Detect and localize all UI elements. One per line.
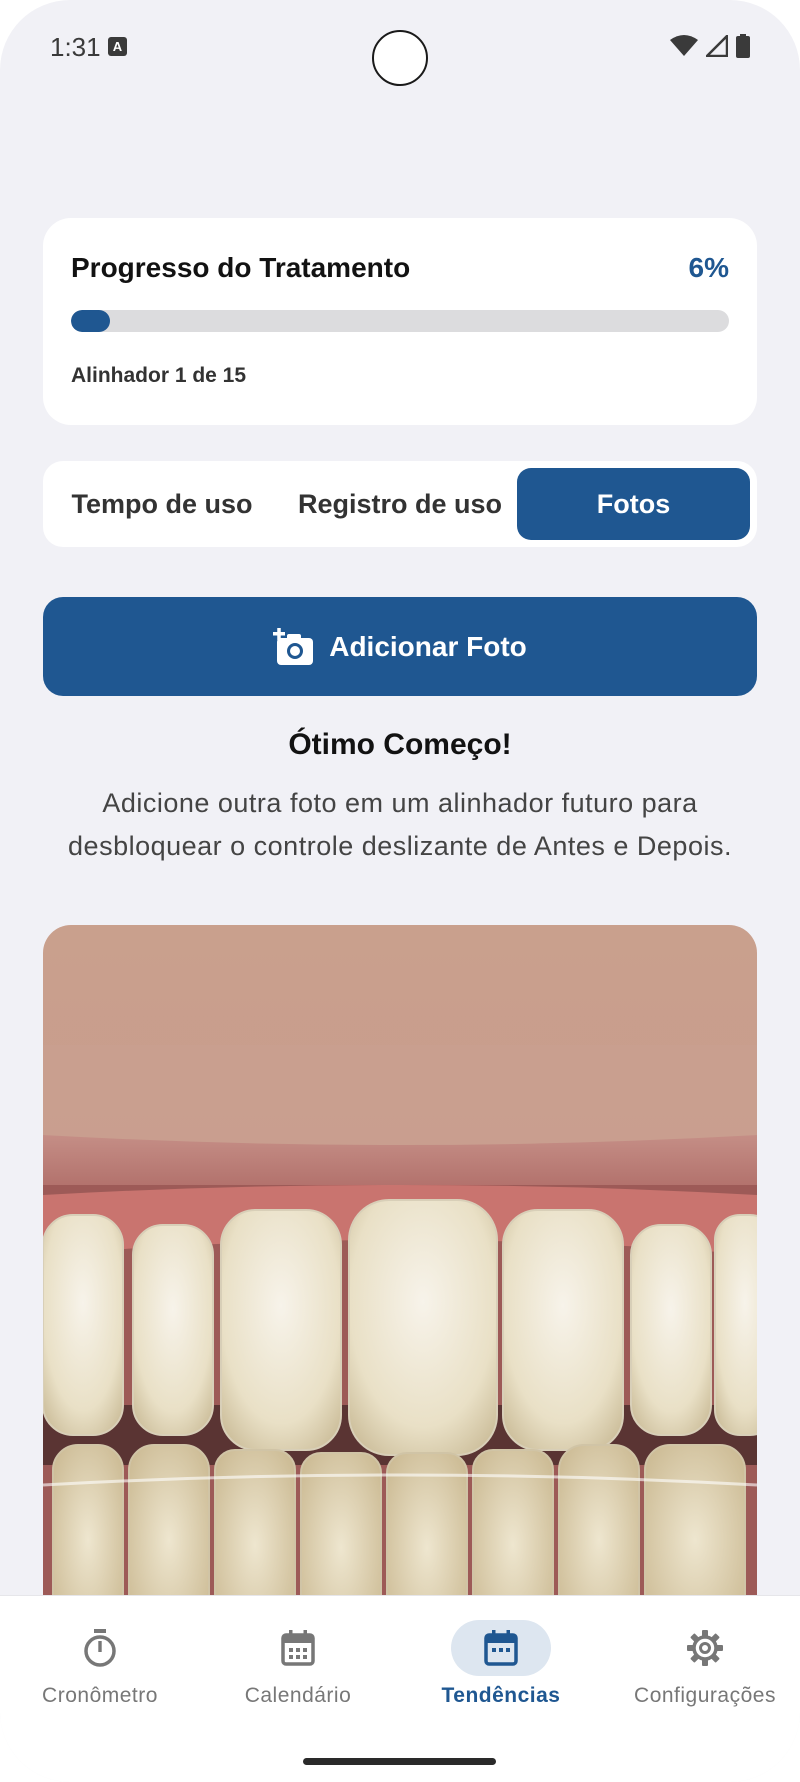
nav-icon-container (655, 1620, 755, 1676)
status-time: 1:31 (50, 32, 101, 62)
nav-icon-container (50, 1620, 150, 1676)
nav-tendencias[interactable]: Tendências (401, 1596, 601, 1726)
nav-calendario[interactable]: Calendário (198, 1596, 398, 1726)
home-indicator[interactable] (303, 1758, 496, 1765)
nav-label: Calendário (244, 1684, 352, 1707)
progress-title: Progresso do Tratamento (71, 252, 411, 283)
tab-fotos[interactable]: Fotos (517, 468, 750, 540)
bottom-navigation: Cronômetro Calendário Tendências Configu… (0, 1595, 800, 1782)
front-camera (372, 30, 428, 86)
aligner-count: Alinhador 1 de 15 (71, 364, 247, 387)
signal-icon (706, 35, 728, 57)
add-photo-label: Adicionar Foto (329, 630, 527, 662)
nav-label: Configurações (634, 1684, 776, 1707)
stopwatch-icon (84, 1629, 116, 1667)
message-headline: Ótimo Começo! (288, 728, 512, 761)
wifi-icon (670, 35, 698, 56)
progress-percent: 6% (688, 252, 729, 283)
nav-label: Tendências (441, 1684, 561, 1707)
calendar-icon (484, 1630, 518, 1666)
calendar-icon (281, 1630, 315, 1666)
battery-icon (736, 34, 750, 58)
teeth-photo-image (43, 925, 757, 1625)
tab-registro-de-uso[interactable]: Registro de uso (281, 468, 519, 540)
status-icons (670, 34, 750, 58)
gear-icon (687, 1630, 723, 1666)
status-bar: 1:31 A (0, 0, 800, 100)
teeth-photo[interactable] (43, 925, 757, 1625)
notification-a-icon: A (108, 37, 127, 56)
nav-label: Cronômetro (42, 1684, 158, 1707)
nav-configuracoes[interactable]: Configurações (605, 1596, 800, 1726)
segmented-tabs: Tempo de uso Registro de uso Fotos (43, 461, 757, 547)
nav-cronometro[interactable]: Cronômetro (0, 1596, 200, 1726)
treatment-progress-card: Progresso do Tratamento 6% Alinhador 1 d… (43, 218, 757, 425)
add-camera-icon (273, 627, 314, 665)
nav-icon-container (248, 1620, 348, 1676)
message-body: Adicione outra foto em um alinhador futu… (68, 788, 732, 861)
tab-tempo-de-uso[interactable]: Tempo de uso (43, 468, 281, 540)
app-screen: 1:31 A Progresso do Tratamento 6% Alinha… (0, 0, 800, 1782)
progress-bar (71, 310, 729, 332)
add-photo-button[interactable]: Adicionar Foto (43, 597, 757, 696)
nav-icon-container (451, 1620, 551, 1676)
progress-bar-fill (71, 310, 111, 332)
